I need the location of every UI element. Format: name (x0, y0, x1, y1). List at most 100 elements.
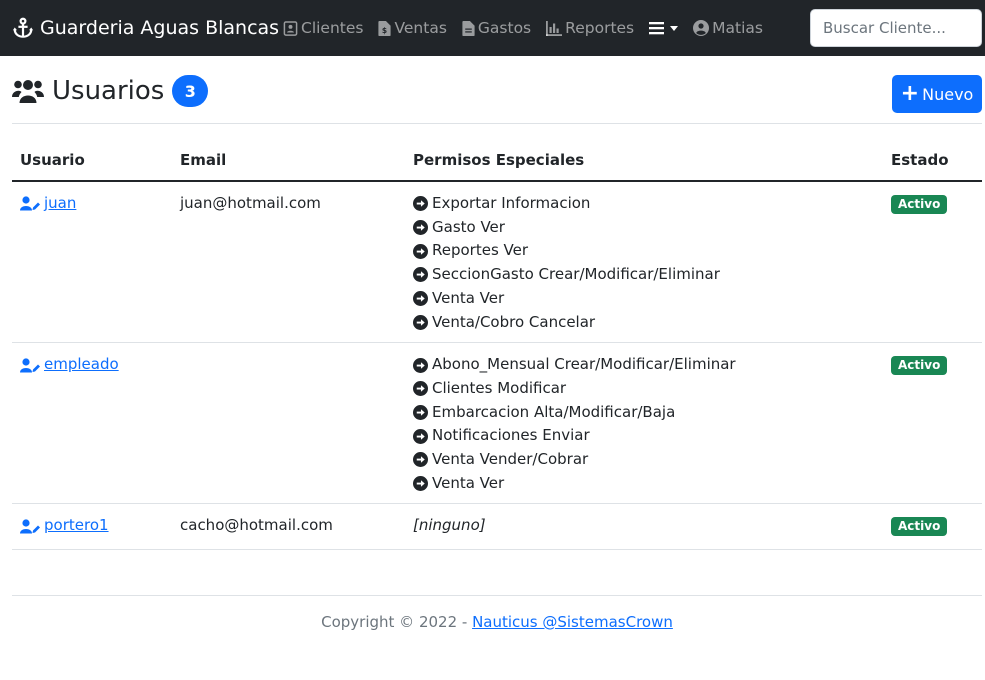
permission-label: Reportes Ver (432, 241, 529, 260)
column-header-usuario: Usuario (12, 139, 172, 182)
arrow-circle-right-icon (413, 291, 428, 307)
permission-item: Clientes Modificar (413, 377, 875, 401)
footer: Copyright © 2022 - Nauticus @SistemasCro… (0, 613, 985, 631)
status-badge: Activo (891, 356, 948, 376)
permission-label: Notificaciones Enviar (432, 426, 590, 445)
arrow-circle-right-icon (413, 428, 428, 444)
table-row: empleado Abono_Mensual Crear/Modificar/El… (12, 342, 982, 505)
brand-name: Guarderia Aguas Blancas (40, 17, 280, 39)
permission-label: Gasto Ver (432, 217, 505, 236)
user-link-label: portero1 (44, 516, 109, 535)
table-header-row: Usuario Email Permisos Especiales Estado (12, 139, 982, 182)
footer-divider (12, 595, 982, 596)
file-icon (462, 20, 475, 36)
permission-item: Venta Ver (413, 472, 875, 496)
nav-link-clientes[interactable]: Clientes (283, 19, 363, 37)
cell-permisos: Exportar Informacion Gasto Ver Reportes Ve… (405, 181, 883, 344)
nav-link-gastos[interactable]: Gastos (462, 19, 531, 37)
divider (12, 123, 982, 124)
cell-usuario: portero1 (12, 503, 172, 551)
cell-permisos: [ninguno] (405, 503, 883, 551)
arrow-circle-right-icon (413, 381, 428, 397)
user-link-empleado[interactable]: empleado (20, 353, 119, 377)
nav-user-menu[interactable]: Matias (693, 19, 763, 37)
new-user-button-label: Nuevo (922, 84, 974, 104)
permission-label: Venta Ver (432, 473, 505, 492)
arrow-circle-right-icon (413, 404, 428, 420)
column-header-estado: Estado (883, 139, 982, 182)
table-body: juan juan@hotmail.com Exportar Informacion… (12, 181, 982, 551)
user-circle-icon (693, 20, 710, 36)
user-link-label: empleado (44, 355, 119, 374)
cell-estado: Activo (883, 181, 982, 344)
permission-item: Venta Vender/Cobrar (413, 448, 875, 472)
hamburger-dropdown[interactable] (649, 21, 679, 35)
status-badge: Activo (891, 195, 948, 214)
user-link-juan[interactable]: juan (20, 192, 76, 216)
page-title: Usuarios (52, 76, 165, 106)
permission-item: Exportar Informacion (413, 192, 875, 216)
user-edit-icon (20, 519, 40, 534)
arrow-circle-right-icon (413, 314, 428, 330)
navbar: Guarderia Aguas Blancas Clientes $ Venta… (0, 0, 985, 56)
search-input[interactable] (810, 9, 982, 47)
permission-label: Abono_Mensual Crear/Modificar/Eliminar (432, 355, 736, 374)
no-permissions-label: [ninguno] (413, 516, 486, 535)
arrow-circle-right-icon (413, 220, 428, 236)
arrow-circle-right-icon (413, 476, 428, 492)
permission-label: SeccionGasto Crear/Modificar/Eliminar (432, 265, 720, 284)
user-count-badge: 3 (172, 75, 209, 107)
nav-link-reportes[interactable]: Reportes (546, 19, 634, 37)
permission-item: Abono_Mensual Crear/Modificar/Eliminar (413, 353, 875, 377)
user-edit-icon (20, 196, 40, 211)
nav-link-label: Clientes (301, 19, 364, 37)
cell-usuario: juan (12, 181, 172, 344)
page-header: Usuarios 3 (12, 72, 209, 110)
arrow-circle-right-icon (413, 267, 428, 283)
arrow-circle-right-icon (413, 243, 428, 259)
nav-menu: Clientes $ Ventas Gastos Reportes Matias (283, 0, 778, 56)
file-invoice-icon: $ (378, 20, 392, 36)
cell-estado: Activo (883, 342, 982, 505)
nav-link-label: Reportes (565, 19, 635, 37)
permission-label: Venta Vender/Cobrar (432, 450, 589, 469)
anchor-icon (12, 17, 34, 38)
nav-link-label: Ventas (394, 19, 447, 37)
address-card-icon (283, 20, 298, 36)
user-edit-icon (20, 357, 40, 373)
permission-item: Gasto Ver (413, 216, 875, 240)
plus-icon: + (900, 81, 920, 106)
column-header-permisos: Permisos Especiales (405, 139, 883, 182)
permission-label: Exportar Informacion (432, 194, 591, 212)
bars-icon (649, 22, 665, 35)
arrow-circle-right-icon (413, 357, 428, 373)
user-name: Matias (712, 19, 763, 37)
permission-item: Notificaciones Enviar (413, 424, 875, 448)
permission-label: Venta/Cobro Cancelar (432, 312, 596, 331)
table-row: portero1 cacho@hotmail.com [ninguno] Activo (12, 503, 982, 551)
user-link-label: juan (44, 194, 77, 212)
cell-estado: Activo (883, 503, 982, 551)
column-header-email: Email (172, 139, 405, 182)
nav-link-ventas[interactable]: $ Ventas (378, 19, 447, 37)
footer-link[interactable]: Nauticus @SistemasCrown (472, 613, 673, 631)
brand[interactable]: Guarderia Aguas Blancas (12, 0, 279, 56)
arrow-circle-right-icon (413, 452, 428, 468)
caret-down-icon (670, 25, 679, 31)
cell-email: cacho@hotmail.com (172, 503, 405, 551)
permission-item: Reportes Ver (413, 239, 875, 263)
users-table: Usuario Email Permisos Especiales Estado… (12, 139, 982, 551)
permission-item: SeccionGasto Crear/Modificar/Eliminar (413, 263, 875, 287)
new-user-button[interactable]: + Nuevo (892, 75, 982, 113)
copyright-text: Copyright © 2022 - (321, 613, 473, 631)
permission-item: Venta Ver (413, 287, 875, 311)
user-link-portero1[interactable]: portero1 (20, 514, 109, 538)
cell-usuario: empleado (12, 342, 172, 505)
permission-label: Embarcacion Alta/Modificar/Baja (432, 402, 676, 421)
users-icon (12, 80, 44, 103)
permission-label: Venta Ver (432, 288, 505, 307)
nav-link-label: Gastos (477, 19, 532, 37)
table-row: juan juan@hotmail.com Exportar Informacion… (12, 181, 982, 344)
cell-permisos: Abono_Mensual Crear/Modificar/Eliminar Cl… (405, 342, 883, 505)
cell-email: juan@hotmail.com (172, 181, 405, 344)
